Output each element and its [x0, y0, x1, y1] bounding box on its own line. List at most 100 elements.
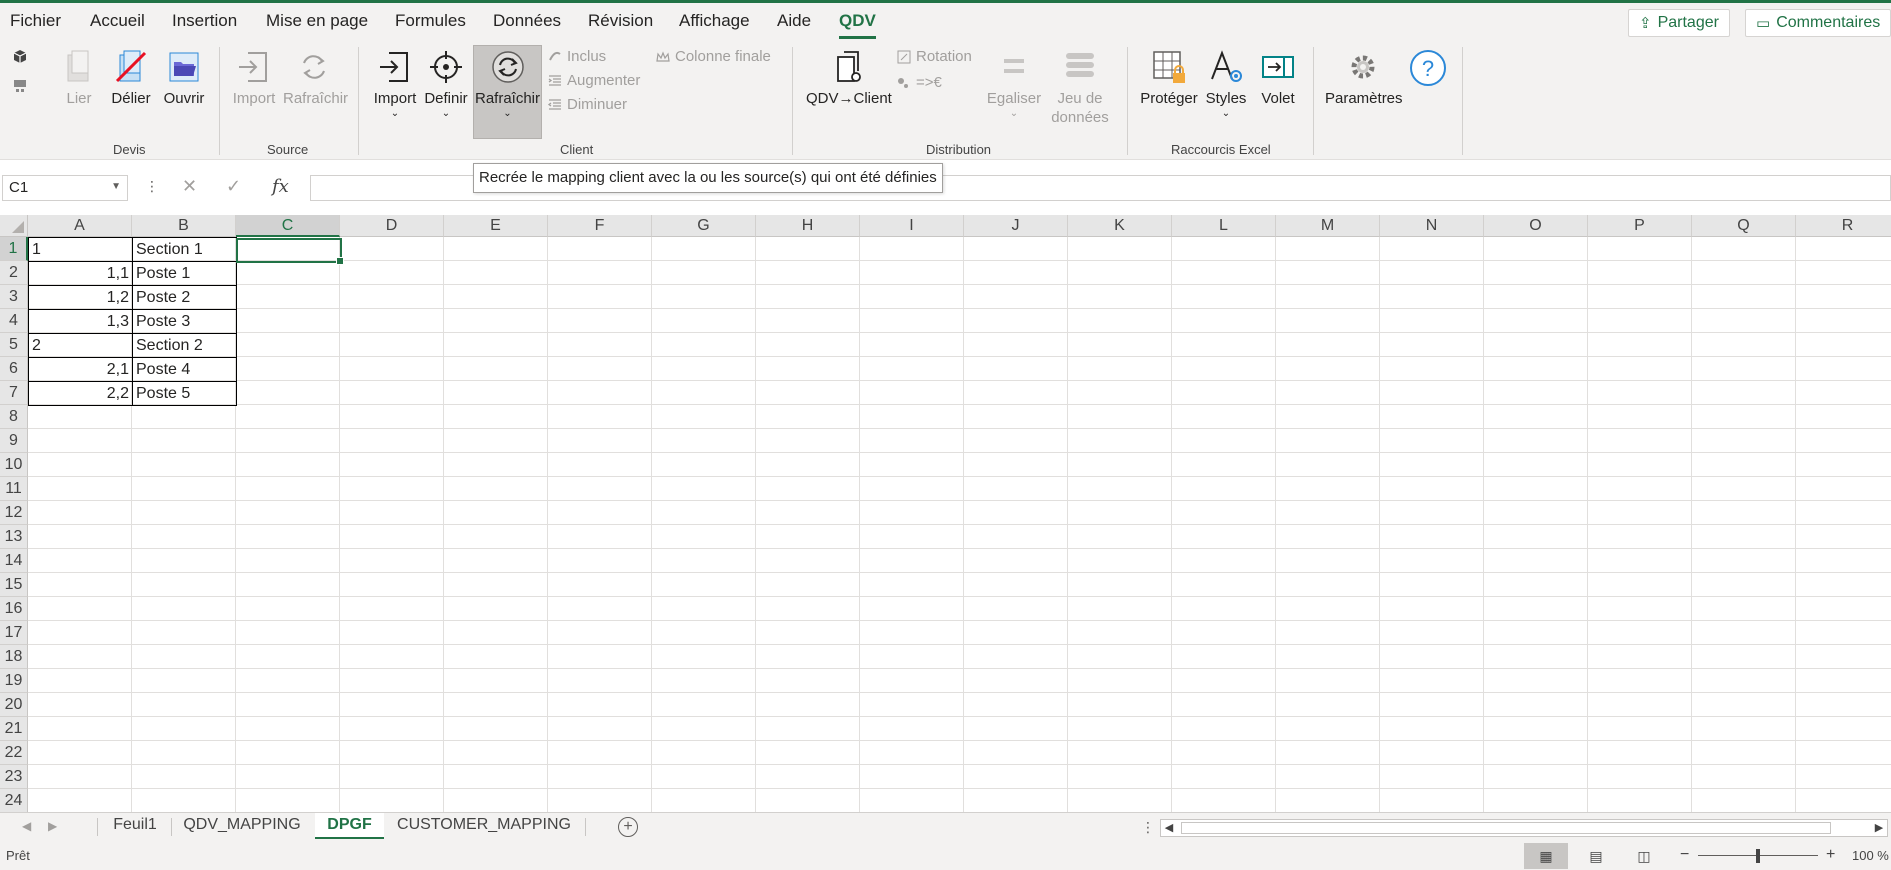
lier-button[interactable]: Lier [59, 49, 99, 108]
row-header-13[interactable]: 13 [0, 525, 28, 549]
next-sheet-icon[interactable]: ▶ [48, 819, 57, 833]
ouvrir-button[interactable]: Ouvrir [160, 49, 208, 108]
styles-button[interactable]: Styles ⌄ [1202, 49, 1250, 120]
row-header-16[interactable]: 16 [0, 597, 28, 621]
row-header-20[interactable]: 20 [0, 693, 28, 717]
column-header-n[interactable]: N [1380, 215, 1484, 237]
parametres-button[interactable]: Paramètres [1325, 49, 1403, 108]
row-header-10[interactable]: 10 [0, 453, 28, 477]
delier-button[interactable]: Délier [108, 49, 154, 108]
volet-button[interactable]: Volet [1254, 49, 1302, 108]
tab-aide[interactable]: Aide [777, 11, 811, 31]
column-header-o[interactable]: O [1484, 215, 1588, 237]
scroll-thumb[interactable] [1181, 822, 1831, 834]
tab-affichage[interactable]: Affichage [679, 11, 750, 31]
egaliser-button[interactable]: Egaliser ⌄ [985, 49, 1043, 120]
more-options-icon[interactable]: ⋮ [145, 178, 159, 195]
column-header-k[interactable]: K [1068, 215, 1172, 237]
select-all-corner[interactable] [0, 215, 28, 237]
row-header-22[interactable]: 22 [0, 741, 28, 765]
tab-formules[interactable]: Formules [395, 11, 466, 31]
diminuer-button[interactable]: Diminuer [548, 96, 627, 113]
zoom-out-icon[interactable]: − [1680, 846, 1689, 864]
zoom-slider-thumb[interactable] [1756, 849, 1760, 863]
row-header-12[interactable]: 12 [0, 501, 28, 525]
jeu-de-donnees-button[interactable]: Jeu de données [1048, 49, 1112, 127]
cell-a4[interactable]: 1,3 [28, 309, 133, 334]
cell-b1[interactable]: Section 1 [132, 237, 237, 262]
help-icon[interactable]: ? [1409, 49, 1447, 87]
scroll-right-icon[interactable]: ▶ [1871, 820, 1887, 836]
row-header-2[interactable]: 2 [0, 261, 28, 285]
zoom-in-icon[interactable]: + [1826, 846, 1835, 864]
qdv-client-button[interactable]: QDV→Client [806, 49, 892, 108]
colonne-finale-button[interactable]: Colonne finale [656, 48, 771, 65]
row-header-5[interactable]: 5 [0, 333, 28, 357]
column-header-q[interactable]: Q [1692, 215, 1796, 237]
comments-button[interactable]: ▭ Commentaires [1745, 9, 1891, 37]
column-header-l[interactable]: L [1172, 215, 1276, 237]
definir-button[interactable]: Definir ⌄ [422, 49, 470, 120]
column-header-d[interactable]: D [340, 215, 444, 237]
row-header-18[interactable]: 18 [0, 645, 28, 669]
inclus-button[interactable]: Inclus [548, 48, 606, 65]
row-header-7[interactable]: 7 [0, 381, 28, 405]
column-header-p[interactable]: P [1588, 215, 1692, 237]
tab-donnees[interactable]: Données [493, 11, 561, 31]
normal-view-button[interactable]: ▦ [1524, 843, 1568, 869]
column-header-e[interactable]: E [444, 215, 548, 237]
share-button[interactable]: ⇪ Partager [1628, 9, 1730, 37]
row-header-14[interactable]: 14 [0, 549, 28, 573]
source-refresh-button[interactable]: Rafraîchir [283, 49, 348, 108]
scroll-left-icon[interactable]: ◀ [1161, 820, 1177, 836]
column-header-r[interactable]: R [1796, 215, 1891, 237]
cell-b4[interactable]: Poste 3 [132, 309, 237, 334]
cell-a2[interactable]: 1,1 [28, 261, 133, 286]
insert-function-icon[interactable]: fx [272, 176, 289, 197]
tab-fichier[interactable]: Fichier [10, 11, 61, 31]
client-refresh-button[interactable]: Rafraîchir ⌄ [473, 49, 542, 120]
row-header-23[interactable]: 23 [0, 765, 28, 789]
column-header-a[interactable]: A [28, 215, 132, 237]
cell-b6[interactable]: Poste 4 [132, 357, 237, 382]
proteger-button[interactable]: Protéger [1138, 49, 1200, 108]
tab-accueil[interactable]: Accueil [90, 11, 145, 31]
qdv-network-icon[interactable] [11, 77, 29, 95]
row-header-8[interactable]: 8 [0, 405, 28, 429]
prev-sheet-icon[interactable]: ◀ [22, 819, 31, 833]
row-header-9[interactable]: 9 [0, 429, 28, 453]
row-header-17[interactable]: 17 [0, 621, 28, 645]
cell-b5[interactable]: Section 2 [132, 333, 237, 358]
confirm-formula-icon[interactable]: ✓ [226, 176, 241, 197]
cancel-formula-icon[interactable]: ✕ [182, 176, 197, 197]
tab-revision[interactable]: Révision [588, 11, 653, 31]
zoom-level[interactable]: 100 % [1852, 848, 1889, 863]
page-layout-view-button[interactable]: ▤ [1574, 843, 1618, 869]
tab-mise-en-page[interactable]: Mise en page [266, 11, 368, 31]
row-header-19[interactable]: 19 [0, 669, 28, 693]
column-header-m[interactable]: M [1276, 215, 1380, 237]
sheet-tab-dpgf[interactable]: DPGF [315, 813, 384, 839]
conversion-button[interactable]: =>€ [897, 74, 942, 91]
sheet-tab-qdv-mapping[interactable]: QDV_MAPPING [173, 813, 311, 839]
row-header-21[interactable]: 21 [0, 717, 28, 741]
cell-a6[interactable]: 2,1 [28, 357, 133, 382]
page-break-view-button[interactable]: ◫ [1622, 843, 1666, 869]
cell-b7[interactable]: Poste 5 [132, 381, 237, 406]
row-header-6[interactable]: 6 [0, 357, 28, 381]
horizontal-scrollbar[interactable]: ◀ ▶ [1160, 819, 1888, 837]
client-import-button[interactable]: Import ⌄ [371, 49, 419, 120]
sheet-tab-customer-mapping[interactable]: CUSTOMER_MAPPING [387, 813, 581, 839]
tab-split-handle[interactable]: ⋮ [1141, 819, 1155, 836]
row-header-11[interactable]: 11 [0, 477, 28, 501]
cell-a3[interactable]: 1,2 [28, 285, 133, 310]
add-sheet-button[interactable]: + [618, 817, 638, 837]
name-box[interactable]: C1 ▼ [2, 175, 128, 201]
column-header-b[interactable]: B [132, 215, 236, 237]
cell-a7[interactable]: 2,2 [28, 381, 133, 406]
row-header-4[interactable]: 4 [0, 309, 28, 333]
column-header-h[interactable]: H [756, 215, 860, 237]
row-header-15[interactable]: 15 [0, 573, 28, 597]
column-header-j[interactable]: J [964, 215, 1068, 237]
cell-a5[interactable]: 2 [28, 333, 133, 358]
